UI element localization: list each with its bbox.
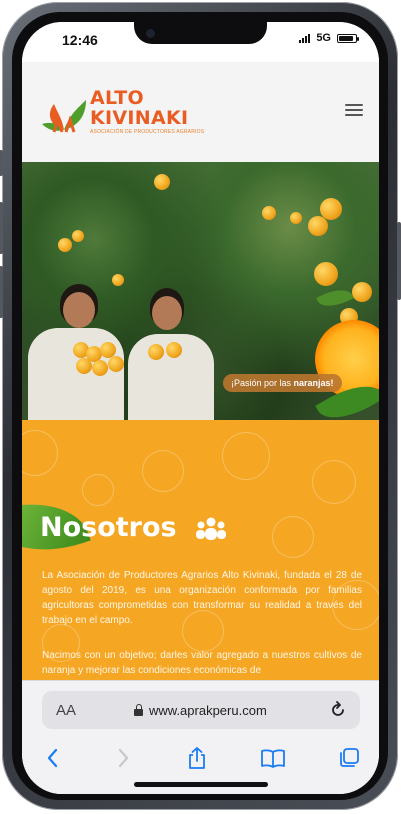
back-button[interactable]: [38, 743, 68, 773]
farmer-left: [28, 280, 124, 420]
forward-button[interactable]: [108, 743, 138, 773]
about-title: Nosotros: [40, 512, 177, 543]
about-section: Nosotros La Asociación de Productores Ag…: [22, 420, 379, 680]
logo-leaf-icon: [42, 100, 86, 133]
logo-tagline: ASOCIACIÓN DE PRODUCTORES AGRARIOS: [90, 129, 205, 135]
about-paragraph-1: La Asociación de Productores Agrarios Al…: [42, 570, 362, 626]
browser-nav-row: [22, 743, 379, 773]
forward-icon: [118, 748, 129, 768]
hero-slogan-prefix: ¡Pasión por las: [231, 378, 294, 388]
url-display[interactable]: www.aprakperu.com: [134, 703, 267, 718]
reload-icon[interactable]: [328, 700, 348, 720]
address-bar[interactable]: AA www.aprakperu.com: [42, 691, 360, 729]
status-indicators: 5G: [299, 32, 359, 44]
hamburger-menu-button[interactable]: [345, 104, 363, 118]
site-logo[interactable]: ALTO KIVINAKI ASOCIACIÓN DE PRODUCTORES …: [40, 86, 204, 142]
tabs-button[interactable]: [334, 743, 364, 773]
battery-icon: [337, 33, 359, 43]
share-icon: [189, 747, 205, 769]
bookmarks-icon: [261, 749, 285, 768]
logo-title-line1: ALTO: [90, 87, 144, 109]
network-label: 5G: [316, 32, 331, 44]
site-header: ALTO KIVINAKI ASOCIACIÓN DE PRODUCTORES …: [22, 62, 379, 162]
home-indicator: [134, 782, 268, 787]
lock-icon: [134, 703, 143, 716]
signal-icon: [299, 33, 311, 43]
hero-slogan: ¡Pasión por las naranjas!: [223, 374, 342, 392]
text-size-button[interactable]: AA: [56, 702, 76, 719]
share-button[interactable]: [182, 743, 212, 773]
logo-title: ALTO KIVINAKI: [90, 88, 188, 128]
url-text: www.aprakperu.com: [149, 703, 267, 718]
farmer-right: [128, 288, 214, 420]
hero-image: ¡Pasión por las naranjas!: [22, 162, 379, 420]
phone-screen: 12:46 5G ALTO KIVINAKI ASOCIACIÓN DE PRO…: [22, 22, 379, 794]
hero-slogan-bold: naranjas!: [293, 378, 334, 388]
status-time: 12:46: [62, 32, 98, 48]
status-bar: 12:46 5G: [22, 22, 379, 62]
power-button: [397, 222, 401, 300]
notch: [134, 22, 267, 44]
tabs-icon: [340, 748, 359, 767]
text-size-label: AA: [56, 702, 77, 719]
back-icon: [47, 748, 58, 768]
browser-toolbar: AA www.aprakperu.com: [22, 680, 379, 794]
mute-switch: [0, 150, 3, 176]
volume-down-button: [0, 266, 3, 318]
team-icon: [196, 517, 226, 540]
bookmarks-button[interactable]: [258, 743, 288, 773]
logo-title-line2: KIVINAKI: [90, 107, 189, 129]
front-camera: [146, 29, 155, 38]
volume-up-button: [0, 202, 3, 254]
about-paragraph-2: Nacimos con un objetivo; darles valor ag…: [42, 650, 362, 676]
hamburger-icon: [345, 104, 363, 106]
